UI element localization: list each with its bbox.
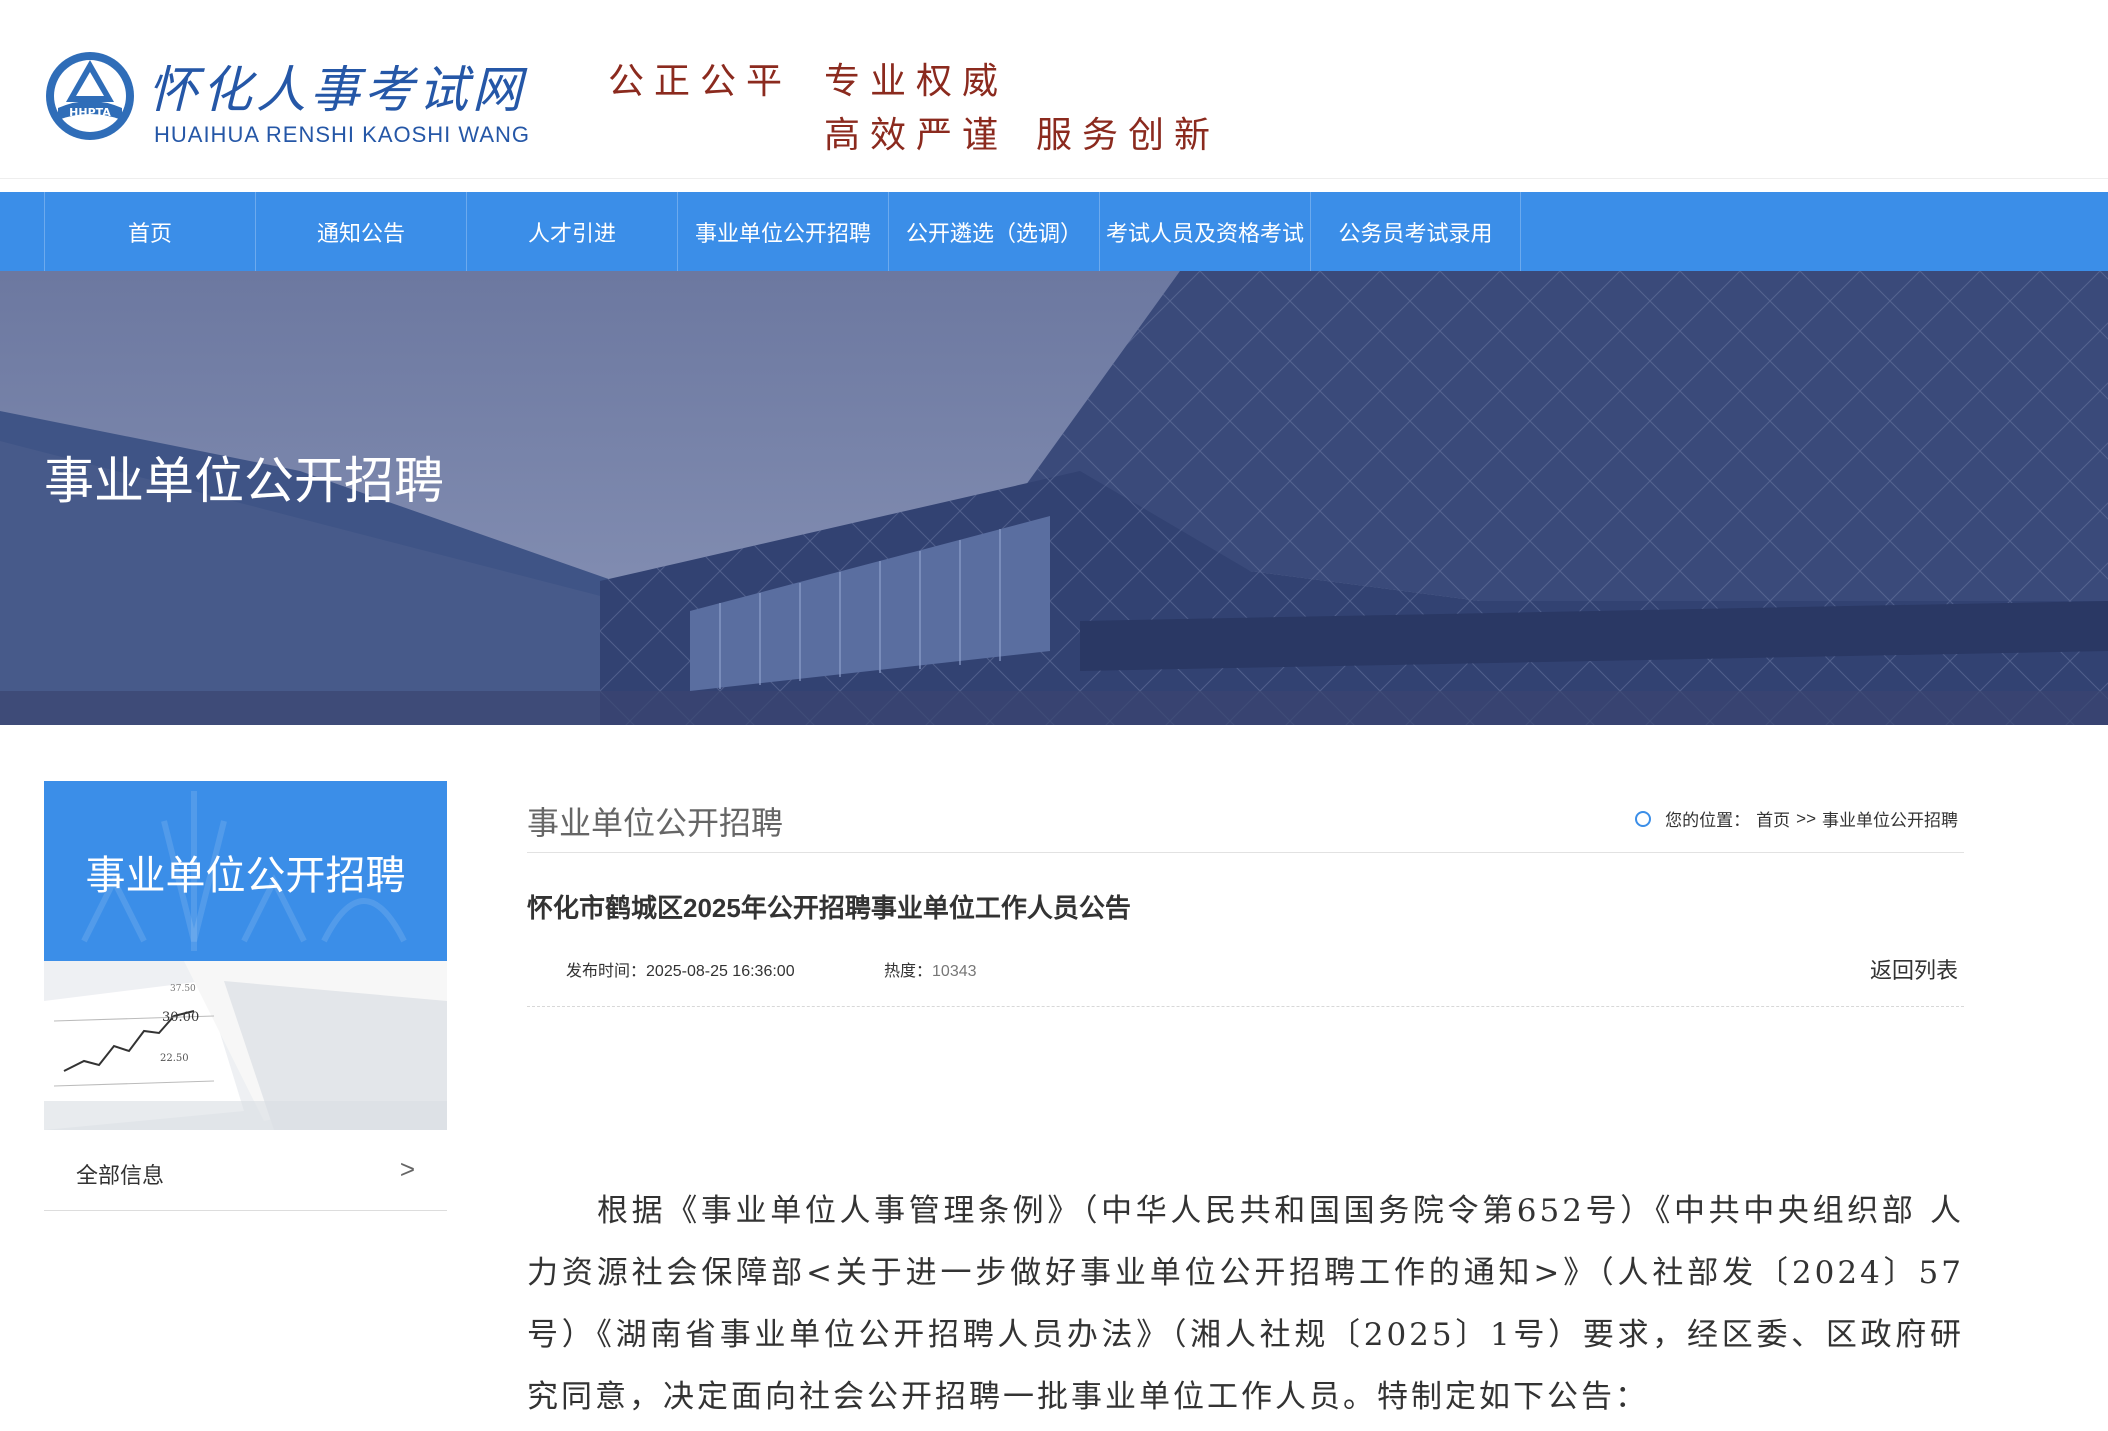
- slogan-2: 专业权威: [824, 61, 1009, 102]
- breadcrumb-current[interactable]: 事业单位公开招聘: [1822, 806, 1958, 831]
- logo-badge-text: HHPTA: [69, 106, 111, 119]
- section-header: 事业单位公开招聘 您的位置： 首页 >> 事业单位公开招聘: [527, 790, 1964, 853]
- sidebar-header: 事业单位公开招聘: [44, 781, 447, 961]
- sidebar-item-label: 全部信息: [76, 1163, 165, 1188]
- newspaper-chart-image: 30.00 22.50 37.50: [44, 961, 447, 1130]
- heat-label: 热度：: [884, 963, 933, 980]
- slogan-1: 公正公平: [608, 61, 793, 102]
- article-paragraph: 根据《事业单位人事管理条例》（中华人民共和国国务院令第652号）《中共中央组织部…: [527, 1193, 1964, 1415]
- site-header: HHPTA 怀化人事考试网 HUAIHUA RENSHI KAOSHI WANG…: [0, 0, 2108, 179]
- main-nav: 首页 通知公告 人才引进 事业单位公开招聘 公开遴选（选调） 考试人员及资格考试…: [0, 192, 2108, 271]
- breadcrumb-prefix: 您的位置：: [1665, 811, 1751, 830]
- nav-item-civil-service[interactable]: 公务员考试录用: [1310, 192, 1521, 271]
- chart-number-1: 30.00: [162, 1010, 199, 1025]
- heat-count: 热度：10343: [884, 957, 977, 981]
- publish-time-value: 2025-08-25 16:36:00: [646, 963, 795, 980]
- site-title[interactable]: 怀化人事考试网: [148, 50, 526, 122]
- breadcrumb-separator: >>: [1796, 808, 1816, 828]
- sidebar-title: 事业单位公开招聘: [85, 854, 406, 898]
- section-title: 事业单位公开招聘: [527, 805, 784, 841]
- location-dot-icon: [1635, 810, 1652, 827]
- chevron-right-icon: >: [399, 1154, 415, 1184]
- hhpta-logo-icon[interactable]: HHPTA: [44, 50, 136, 142]
- chart-number-2: 22.50: [160, 1053, 189, 1064]
- chart-number-3: 37.50: [170, 984, 196, 994]
- heat-value: 10343: [932, 963, 977, 980]
- nav-item-qualification-exams[interactable]: 考试人员及资格考试: [1099, 192, 1310, 271]
- sidebar-item-all-info[interactable]: 全部信息 >: [44, 1130, 447, 1211]
- publish-time: 发布时间：2025-08-25 16:36:00: [566, 957, 795, 981]
- meta-divider: [527, 1006, 1964, 1007]
- nav-item-home[interactable]: 首页: [44, 192, 255, 271]
- slogan-4: 服务创新: [1036, 115, 1221, 156]
- nav-item-talent[interactable]: 人才引进: [466, 192, 677, 271]
- nav-item-public-institution-recruitment[interactable]: 事业单位公开招聘: [677, 192, 888, 271]
- breadcrumb-home[interactable]: 首页: [1756, 806, 1790, 831]
- article-title: 怀化市鹤城区2025年公开招聘事业单位工作人员公告: [527, 893, 1131, 923]
- back-to-list-link[interactable]: 返回列表: [1870, 953, 1958, 985]
- sidebar-image: 30.00 22.50 37.50: [44, 961, 447, 1130]
- slogan-3: 高效严谨: [824, 115, 1009, 156]
- publish-time-label: 发布时间：: [566, 963, 647, 980]
- breadcrumb: 您的位置： 首页 >> 事业单位公开招聘: [1635, 806, 1964, 831]
- site-title-pinyin: HUAIHUA RENSHI KAOSHI WANG: [154, 122, 531, 147]
- banner-title: 事业单位公开招聘: [44, 453, 444, 509]
- nav-item-notices[interactable]: 通知公告: [255, 192, 466, 271]
- nav-item-selection[interactable]: 公开遴选（选调）: [888, 192, 1099, 271]
- page-banner: 事业单位公开招聘: [0, 271, 2108, 725]
